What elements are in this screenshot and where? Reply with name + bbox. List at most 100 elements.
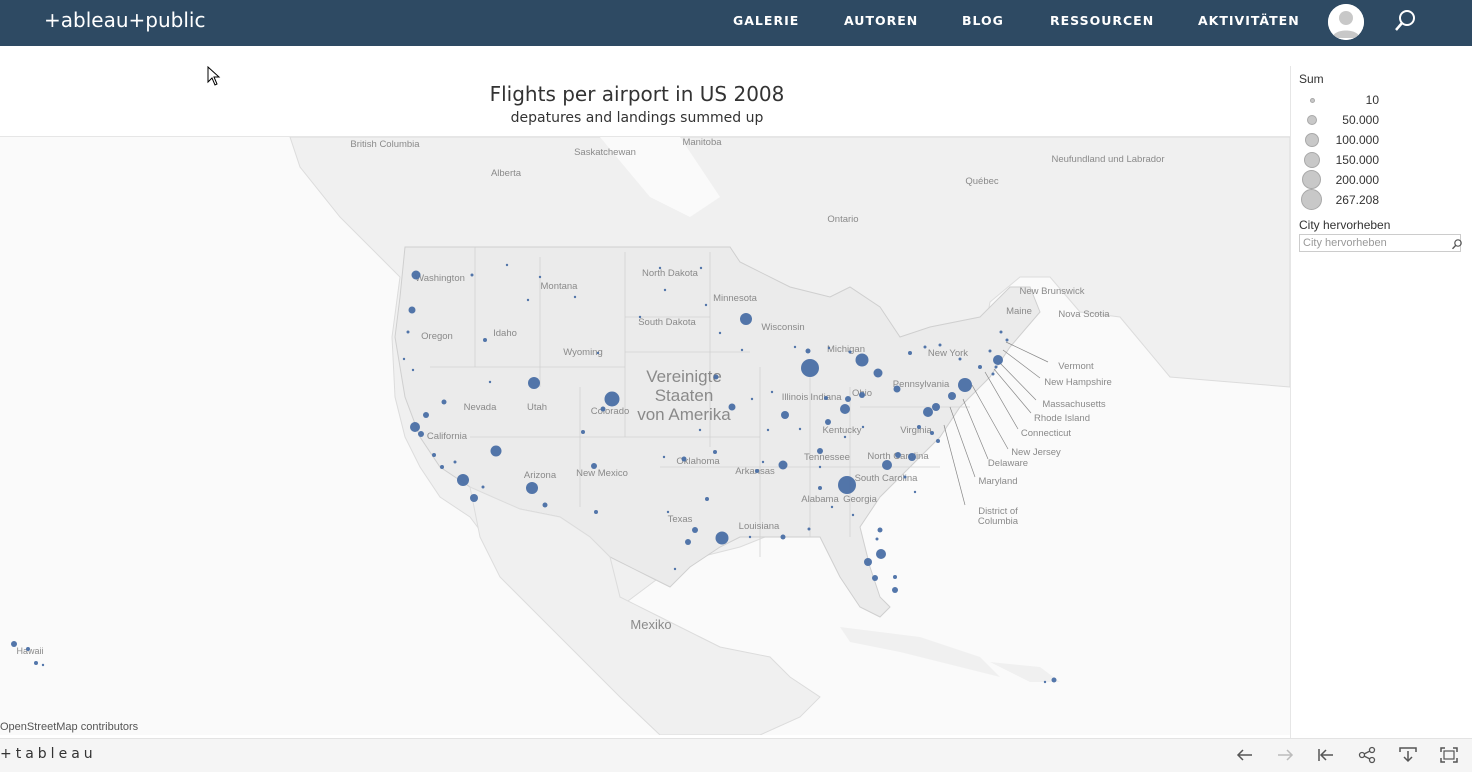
airport-marker[interactable] bbox=[406, 330, 410, 334]
revert-icon[interactable] bbox=[1316, 746, 1336, 764]
airport-marker[interactable] bbox=[34, 661, 38, 665]
airport-marker[interactable] bbox=[750, 397, 754, 401]
airport-marker[interactable] bbox=[855, 353, 869, 367]
user-avatar[interactable] bbox=[1328, 4, 1364, 40]
airport-marker[interactable] bbox=[440, 465, 444, 469]
airport-marker[interactable] bbox=[692, 527, 698, 533]
airport-marker[interactable] bbox=[581, 430, 585, 434]
airport-marker[interactable] bbox=[766, 428, 770, 432]
airport-marker[interactable] bbox=[638, 315, 642, 319]
airport-marker[interactable] bbox=[840, 404, 850, 414]
airport-marker[interactable] bbox=[11, 641, 17, 647]
airport-marker[interactable] bbox=[824, 396, 828, 400]
airport-marker[interactable] bbox=[705, 497, 709, 501]
airport-marker[interactable] bbox=[673, 567, 677, 571]
airport-marker[interactable] bbox=[470, 273, 474, 277]
airport-marker[interactable] bbox=[851, 513, 855, 517]
airport-marker[interactable] bbox=[26, 647, 30, 651]
airport-marker[interactable] bbox=[441, 399, 447, 405]
airport-marker[interactable] bbox=[718, 331, 722, 335]
airport-marker[interactable] bbox=[780, 534, 786, 540]
airport-marker[interactable] bbox=[818, 465, 822, 469]
airport-marker[interactable] bbox=[432, 453, 436, 457]
airport-marker[interactable] bbox=[41, 663, 45, 667]
airport-marker[interactable] bbox=[781, 411, 789, 419]
share-icon[interactable] bbox=[1357, 746, 1377, 764]
airport-marker[interactable] bbox=[932, 403, 940, 411]
airport-marker[interactable] bbox=[740, 313, 752, 325]
airport-marker[interactable] bbox=[825, 419, 831, 425]
airport-marker[interactable] bbox=[728, 403, 736, 411]
airport-marker[interactable] bbox=[591, 463, 597, 469]
airport-marker[interactable] bbox=[453, 460, 457, 464]
airport-marker[interactable] bbox=[411, 270, 421, 280]
airport-marker[interactable] bbox=[457, 474, 469, 486]
airport-marker[interactable] bbox=[770, 390, 774, 394]
tableau-public-logo[interactable]: +ableau+public bbox=[44, 8, 205, 32]
airport-marker[interactable] bbox=[528, 377, 540, 389]
nav-link-blog[interactable]: BLOG bbox=[962, 13, 1004, 28]
airport-marker[interactable] bbox=[685, 539, 691, 545]
nav-link-galerie[interactable]: GALERIE bbox=[733, 13, 799, 28]
nav-link-ressourcen[interactable]: RESSOURCEN bbox=[1050, 13, 1154, 28]
airport-marker[interactable] bbox=[526, 482, 538, 494]
airport-marker[interactable] bbox=[713, 374, 719, 380]
airport-marker[interactable] bbox=[908, 351, 912, 355]
airport-marker[interactable] bbox=[715, 531, 729, 545]
airport-marker[interactable] bbox=[892, 587, 898, 593]
airport-marker[interactable] bbox=[663, 288, 667, 292]
airport-marker[interactable] bbox=[873, 368, 883, 378]
airport-marker[interactable] bbox=[864, 558, 872, 566]
airport-marker[interactable] bbox=[938, 343, 942, 347]
airport-marker[interactable] bbox=[481, 485, 485, 489]
airport-marker[interactable] bbox=[930, 431, 934, 435]
airport-marker[interactable] bbox=[698, 428, 702, 432]
airport-marker[interactable] bbox=[596, 351, 600, 355]
tableau-logo[interactable]: +tableau bbox=[0, 746, 97, 762]
airport-marker[interactable] bbox=[882, 460, 892, 470]
airport-marker[interactable] bbox=[893, 385, 901, 393]
airport-marker[interactable] bbox=[526, 298, 530, 302]
airport-marker[interactable] bbox=[988, 349, 992, 353]
airport-marker[interactable] bbox=[845, 396, 851, 402]
download-icon[interactable] bbox=[1398, 746, 1418, 764]
airport-marker[interactable] bbox=[877, 527, 883, 533]
airport-marker[interactable] bbox=[798, 427, 802, 431]
airport-marker[interactable] bbox=[827, 346, 831, 350]
airport-marker[interactable] bbox=[872, 575, 878, 581]
airport-marker[interactable] bbox=[483, 338, 487, 342]
map-attribution[interactable]: OpenStreetMap contributors bbox=[0, 721, 138, 733]
airport-marker[interactable] bbox=[923, 407, 933, 417]
airport-marker[interactable] bbox=[699, 266, 703, 270]
airport-marker[interactable] bbox=[830, 505, 834, 509]
fullscreen-icon[interactable] bbox=[1439, 746, 1459, 764]
airport-marker[interactable] bbox=[666, 510, 670, 514]
airport-marker[interactable] bbox=[861, 425, 865, 429]
airport-marker[interactable] bbox=[978, 365, 982, 369]
airport-marker[interactable] bbox=[490, 445, 502, 457]
airport-marker[interactable] bbox=[958, 357, 962, 361]
airport-marker[interactable] bbox=[917, 425, 921, 429]
airport-marker[interactable] bbox=[994, 365, 998, 369]
airport-marker[interactable] bbox=[470, 494, 478, 502]
airport-marker[interactable] bbox=[875, 537, 879, 541]
airport-marker[interactable] bbox=[662, 455, 666, 459]
airport-marker[interactable] bbox=[999, 330, 1003, 334]
airport-marker[interactable] bbox=[958, 378, 972, 392]
airport-marker[interactable] bbox=[1005, 338, 1009, 342]
airport-marker[interactable] bbox=[1043, 680, 1047, 684]
airport-marker[interactable] bbox=[408, 306, 416, 314]
airport-marker[interactable] bbox=[903, 475, 907, 479]
airport-marker[interactable] bbox=[993, 355, 1003, 365]
airport-marker[interactable] bbox=[913, 490, 917, 494]
search-icon[interactable] bbox=[1394, 8, 1418, 34]
nav-link-autoren[interactable]: AUTOREN bbox=[844, 13, 918, 28]
airport-marker[interactable] bbox=[402, 357, 406, 361]
airport-marker[interactable] bbox=[793, 345, 797, 349]
map-view[interactable]: British Columbia Alberta Saskatchewan Ma… bbox=[0, 137, 1290, 735]
airport-marker[interactable] bbox=[658, 266, 662, 270]
airport-marker[interactable] bbox=[594, 510, 598, 514]
highlight-city-input[interactable] bbox=[1299, 234, 1461, 252]
airport-marker[interactable] bbox=[948, 392, 956, 400]
airport-marker[interactable] bbox=[838, 476, 856, 494]
